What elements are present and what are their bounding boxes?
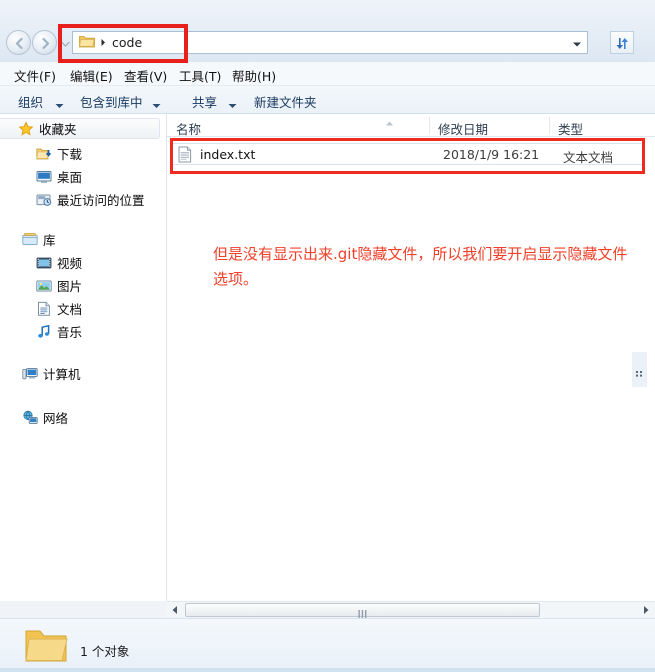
sidebar-item-label: 最近访问的位置 xyxy=(57,193,145,208)
back-arrow-icon[interactable] xyxy=(6,30,31,55)
folder-icon xyxy=(24,627,68,668)
document-icon xyxy=(36,301,52,317)
file-list-pane: 名称 修改日期 类型 index.txt 2018/1/9 16:21 文本文档 xyxy=(167,114,655,601)
sidebar-item-label: 计算机 xyxy=(43,367,81,382)
sidebar-item-label: 文档 xyxy=(57,302,83,317)
column-divider[interactable] xyxy=(549,117,550,134)
sidebar-item-downloads[interactable]: 下载 xyxy=(36,143,82,164)
horizontal-scrollbar[interactable] xyxy=(167,601,655,618)
recent-places-icon xyxy=(36,192,52,208)
toolbar-share-button[interactable]: 共享 xyxy=(192,92,217,111)
toolbar-include-in-library-button[interactable]: 包含到库中 xyxy=(80,92,143,111)
triangle-right-icon[interactable] xyxy=(638,602,654,618)
menu-item-file[interactable]: 文件(F) xyxy=(14,66,56,85)
menu-bar: 文件(F) 编辑(E) 查看(V) 工具(T) 帮助(H) xyxy=(0,62,655,86)
sidebar-item-network[interactable]: 网络 xyxy=(22,407,68,428)
address-chevron-down-icon[interactable] xyxy=(571,38,583,48)
sidebar-item-label: 库 xyxy=(43,233,56,248)
refresh-icon xyxy=(616,38,628,49)
sidebar-item-videos[interactable]: 视频 xyxy=(36,252,82,273)
sidebar-item-pictures[interactable]: 图片 xyxy=(36,275,82,296)
video-icon xyxy=(36,255,52,271)
sidebar-item-recent-places[interactable]: 最近访问的位置 xyxy=(36,189,145,210)
sidebar-item-label: 音乐 xyxy=(57,325,83,340)
sidebar-item-documents[interactable]: 文档 xyxy=(36,298,82,319)
sidebar-item-label: 收藏夹 xyxy=(39,122,77,137)
address-bar-highlight-box xyxy=(58,24,188,63)
menu-item-tools[interactable]: 工具(T) xyxy=(179,66,221,85)
command-toolbar: 组织 包含到库中 共享 新建文件夹 xyxy=(0,86,655,114)
status-bar: 1 个对象 xyxy=(0,618,655,672)
column-header-name[interactable]: 名称 xyxy=(176,119,201,138)
sidebar-item-label: 下载 xyxy=(57,147,83,162)
file-row-highlight-box xyxy=(170,138,645,174)
column-divider[interactable] xyxy=(429,117,430,134)
menu-item-help[interactable]: 帮助(H) xyxy=(232,66,276,85)
status-object-count: 1 个对象 xyxy=(80,644,130,659)
star-icon xyxy=(18,120,34,137)
sort-ascending-icon xyxy=(385,115,394,126)
annotation-text: 但是没有显示出来.git隐藏文件，所以我们要开启显示隐藏文件选项。 xyxy=(213,245,628,288)
include-in-library-chevron-down-icon[interactable] xyxy=(152,98,161,108)
network-icon xyxy=(22,410,38,426)
sidebar-item-label: 图片 xyxy=(57,279,83,294)
sidebar-item-label: 网络 xyxy=(43,411,69,426)
address-toolbar: code xyxy=(0,0,655,63)
sidebar-item-libraries[interactable]: 库 xyxy=(22,229,56,250)
vertical-scrollbar[interactable] xyxy=(632,352,647,387)
download-icon xyxy=(36,146,52,162)
toolbar-new-folder-button[interactable]: 新建文件夹 xyxy=(254,92,317,111)
navigation-buttons xyxy=(6,30,58,56)
grip-icon xyxy=(636,366,643,377)
window-bottom-edge xyxy=(0,668,655,672)
scrollbar-thumb[interactable] xyxy=(185,603,540,618)
picture-icon xyxy=(36,278,52,294)
toolbar-organize-button[interactable]: 组织 xyxy=(18,92,43,111)
sidebar-item-computer[interactable]: 计算机 xyxy=(22,363,81,384)
column-header-row: 名称 修改日期 类型 xyxy=(167,114,655,137)
explorer-window: code 文件(F) 编辑(E) 查看(V) 工具(T) 帮助(H) 组织 包含… xyxy=(0,0,655,672)
menu-item-edit[interactable]: 编辑(E) xyxy=(70,66,113,85)
column-header-modified[interactable]: 修改日期 xyxy=(438,119,488,138)
desktop-icon xyxy=(36,169,52,185)
forward-arrow-icon[interactable] xyxy=(32,30,57,55)
menu-item-view[interactable]: 查看(V) xyxy=(124,66,167,85)
sidebar-item-label: 桌面 xyxy=(57,170,83,185)
share-chevron-down-icon[interactable] xyxy=(228,98,237,108)
computer-icon xyxy=(22,366,38,382)
navigation-pane: 收藏夹 下载 桌面 最近访问的位置 库 视频 图片 文档 音乐 计算机 网络 xyxy=(0,114,167,601)
triangle-left-icon[interactable] xyxy=(167,602,183,618)
sidebar-item-desktop[interactable]: 桌面 xyxy=(36,166,82,187)
sidebar-item-label: 视频 xyxy=(57,256,83,271)
refresh-button[interactable] xyxy=(610,31,634,54)
sidebar-item-music[interactable]: 音乐 xyxy=(36,321,82,342)
grip-icon xyxy=(358,607,368,618)
sidebar-item-favorites[interactable]: 收藏夹 xyxy=(0,118,160,139)
organize-chevron-down-icon[interactable] xyxy=(55,98,64,108)
music-icon xyxy=(36,324,52,340)
column-header-type[interactable]: 类型 xyxy=(558,119,583,138)
library-icon xyxy=(22,232,38,248)
